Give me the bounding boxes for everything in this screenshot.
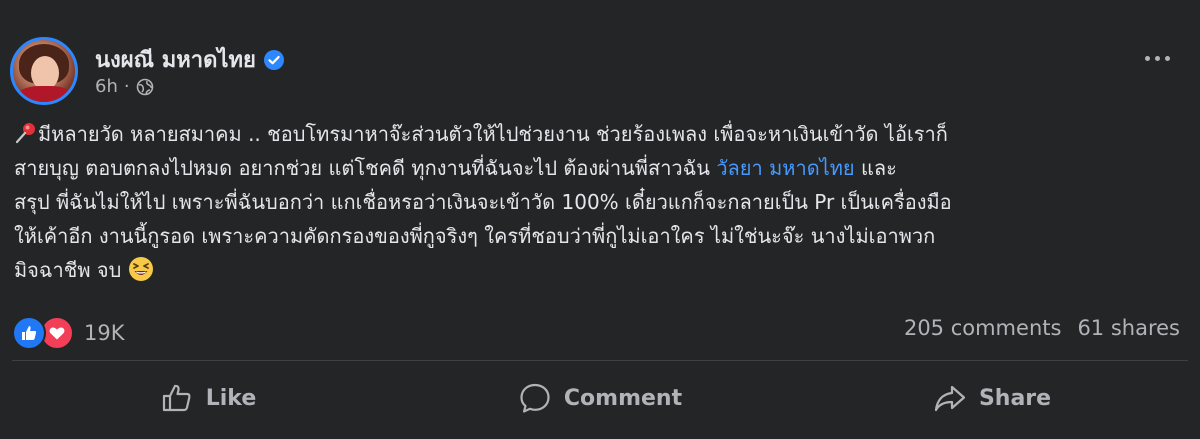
post-time[interactable]: 6h (95, 76, 118, 97)
post-text-segment: มีหลายวัด หลายสมาคม .. ชอบโทรมาหาจ๊ะส่วน… (38, 122, 948, 146)
comment-label: Comment (563, 385, 683, 411)
facebook-post: นงผณี มหาดไทย 6h · มีหลายวัด หลายสมาคม .… (0, 0, 1200, 439)
reaction-count: 19K (84, 321, 125, 345)
comment-button[interactable]: Comment (404, 372, 796, 424)
pushpin-icon (15, 123, 35, 144)
post-author: นงผณี มหาดไทย (95, 42, 284, 77)
grinning-squinting-emoji-icon (128, 257, 153, 281)
reaction-summary[interactable]: 19K (12, 316, 125, 350)
mention-link[interactable]: วัลยา มหาดไทย (716, 156, 854, 180)
author-name[interactable]: นงผณี มหาดไทย (95, 42, 256, 77)
post-text-segment: และ (854, 156, 897, 180)
comments-count[interactable]: 205 comments (904, 316, 1061, 340)
avatar-dress (19, 86, 71, 102)
more-dot (1155, 56, 1160, 61)
post-text-segment: สายบุญ ตอบตกลงไปหมด อยากช่วย แต่โชคดี ทุ… (14, 156, 717, 180)
like-reaction-icon (12, 316, 46, 350)
post-actions: Like Comment Share (12, 372, 1188, 424)
thumbs-up-icon (162, 384, 191, 412)
more-dot (1165, 56, 1170, 61)
avatar[interactable] (10, 37, 78, 105)
share-button[interactable]: Share (796, 372, 1188, 424)
post-text-line-2: สายบุญ ตอบตกลงไปหมด อยากช่วย แต่โชคดี ทุ… (14, 151, 1189, 185)
globe-icon (136, 78, 153, 95)
post-text-line-5: มิจฉาชีพ จบ (14, 253, 1189, 287)
post-text-line-1: มีหลายวัด หลายสมาคม .. ชอบโทรมาหาจ๊ะส่วน… (14, 117, 1189, 151)
share-arrow-icon (934, 385, 966, 412)
verified-badge-icon (263, 49, 284, 70)
share-label: Share (978, 385, 1052, 411)
avatar-face (31, 56, 59, 90)
post-text-line-4: ให้เค้าอีก งานนี้กูรอด เพราะความคัดกรองข… (14, 224, 936, 248)
like-label: Like (205, 385, 257, 411)
engagement-stats: 205 comments 61 shares (904, 316, 1180, 340)
more-options-icon[interactable] (1145, 56, 1170, 61)
post-text-line-3: สรุป พี่ฉันไม่ให้ไป เพราะพี่ฉันบอกว่า แก… (14, 190, 952, 214)
actions-divider (12, 360, 1188, 361)
comment-bubble-icon (520, 383, 550, 413)
post-text: มีหลายวัด หลายสมาคม .. ชอบโทรมาหาจ๊ะส่วน… (14, 117, 1189, 287)
more-dot (1145, 56, 1150, 61)
post-meta: 6h · (95, 76, 154, 97)
meta-separator: · (123, 76, 130, 97)
shares-count[interactable]: 61 shares (1077, 316, 1180, 340)
post-text-segment: มิจฉาชีพ จบ (14, 258, 122, 282)
like-button[interactable]: Like (12, 372, 404, 424)
